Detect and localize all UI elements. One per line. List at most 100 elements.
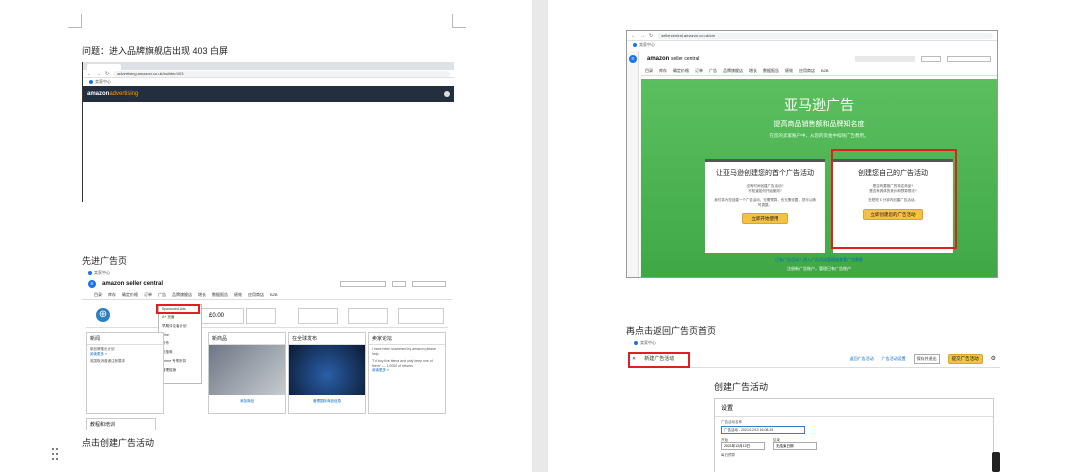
page-title: 创建广告活动 [714,382,769,392]
nav-item[interactable]: 数据报告 [212,292,228,298]
card-title: 卖家论坛 [369,333,445,345]
read-more-link[interactable]: 阅读更多 » [90,352,160,357]
bookmark-label[interactable]: 卖家中心 [640,340,656,346]
menu-item[interactable]: 管理促销 [159,366,201,375]
address-bar[interactable]: advertising.amazon.co.uk/builder/403 [113,70,450,77]
nav-item[interactable]: 订单 [144,292,152,298]
add-product-link[interactable]: 添加商品 [209,395,285,404]
metric-box: £0.00 [196,308,244,324]
nav-item[interactable]: 确定价格 [122,292,138,298]
nav-item[interactable]: 目录 [645,68,653,74]
card-title: 在全球发布 [289,333,365,345]
settings-panel: 设置 广告活动名称 广告活动 - 2021/12/13 16:08:33 开始 … [714,398,994,472]
back-icon[interactable]: ← [631,33,636,39]
nav-item[interactable]: 增长 [749,68,757,74]
language-select[interactable] [392,281,406,287]
browser-urlbar: ← → ↻ advertising.amazon.co.uk/builder/4… [83,70,454,78]
nav-item[interactable]: 目录 [94,292,102,298]
card-title: 让亚马逊创建您的首个广告活动 [716,170,814,177]
caption-create-campaign: 点击创建广告活动 [82,438,155,448]
nav-item[interactable]: 品牌旗舰店 [172,292,192,298]
nav-item[interactable]: 应用商店 [799,68,815,74]
forum-post[interactable]: I have been scammed by amazon please hel… [372,347,442,356]
scrollbar-thumb[interactable] [992,452,1000,472]
address-bar[interactable]: sellercentral.amazon.co.uk/cm [657,32,993,39]
marketplace-select[interactable] [855,56,915,62]
card-body: 我们将为您创建一个广告活动，无需预算，也无需设置，您可以随时调整。 [714,198,816,207]
campaign-settings-link[interactable]: 广告活动设置 [882,356,906,362]
reload-icon[interactable]: ↻ [649,33,653,39]
metric-box [348,308,388,324]
nav-item[interactable]: 库存 [659,68,667,74]
document-page-right: ← → ↻ sellercentral.amazon.co.uk/cm 卖家中心… [548,0,1080,472]
bookmark-icon [89,80,93,84]
get-started-button[interactable]: 立即开始使用 [742,213,788,224]
global-card: 在全球发布 管理国际商品信息 [288,332,366,414]
language-select[interactable] [921,56,941,62]
drag-handle-icon[interactable] [52,448,60,462]
menu-item[interactable]: 优惠券 [159,348,201,357]
forum-card: 卖家论坛 I have been scammed by amazon pleas… [368,332,446,414]
register-account-link[interactable]: 注册新广告账户，管理已有广告账户 [641,266,997,272]
forward-icon[interactable]: → [96,71,101,77]
nav-item[interactable]: B2B [821,68,829,74]
main-nav: 目录 库存 确定价格 订单 广告 品牌旗舰店 增长 数据报告 绩效 应用商店 B… [82,291,452,300]
bookmark-bar: 卖家中心 [83,78,454,86]
globe-icon[interactable]: ⊕ [96,308,110,322]
menu-item[interactable]: Prime 专享折扣 [159,357,201,366]
start-date-input[interactable]: 2021年12月13日 [721,442,765,450]
menu-item[interactable]: 秒杀 [159,339,201,348]
search-input[interactable] [412,281,446,287]
end-date-input[interactable]: 无结束日期 [773,442,817,450]
marketplace-select[interactable] [340,281,386,287]
menu-item[interactable]: A+ 页面 [159,313,201,322]
metric-box [246,308,276,324]
reload-icon[interactable]: ↻ [105,71,109,77]
nav-item-ads[interactable]: 广告 [709,68,717,74]
nav-item[interactable]: B2B [270,292,278,298]
left-side-rail: ≡ [627,51,639,277]
landing-footer: 已有广告活动？进入广告活动管理器查看广告数据 注册新广告账户，管理已有广告账户 [641,257,997,272]
nav-item[interactable]: 订单 [695,68,703,74]
search-input[interactable] [947,56,991,62]
news-item[interactable]: 英国取消普通注册要求 [90,359,160,364]
caption-issue: 问题：进入品牌旗舰店出现 403 白屏 [82,46,229,56]
save-exit-button[interactable]: 保存并退出 [913,353,940,364]
bookmark-icon [634,341,638,345]
read-more-link[interactable]: 阅读更多 » [372,368,442,373]
nav-item[interactable]: 增长 [198,292,206,298]
forum-post[interactable]: "I'd buy five items and only keep one of… [372,359,442,368]
training-card: 教程和培训 [86,418,156,430]
menu-item[interactable]: Vine [159,331,201,339]
nav-item[interactable]: 确定价格 [673,68,689,74]
back-to-campaigns-link[interactable]: 返回广告活动 [850,356,874,362]
nav-item[interactable]: 数据报告 [763,68,779,74]
submit-campaign-button[interactable]: 提交广告活动 [947,353,983,364]
metrics-row: ⊕ £0.00 [86,306,448,328]
menu-icon[interactable]: ≡ [629,55,637,63]
bookmark-label[interactable]: 卖家中心 [639,42,655,48]
metric-box [298,308,338,324]
nav-item-ads[interactable]: 广告 [158,292,166,298]
nav-item[interactable]: 库存 [108,292,116,298]
forward-icon[interactable]: → [640,33,645,39]
manage-global-link[interactable]: 管理国际商品信息 [289,395,365,404]
help-icon[interactable]: ⚙ [991,355,996,362]
global-map-image [289,345,365,395]
nav-item[interactable]: 应用商店 [248,292,264,298]
seller-central-header: amazon seller central [641,53,997,65]
settings-icon[interactable] [444,91,450,97]
nav-item[interactable]: 绩效 [785,68,793,74]
campaign-name-input[interactable]: 广告活动 - 2021/12/13 16:08:33 [721,425,805,434]
menu-icon[interactable]: ≡ [88,280,96,288]
nav-item[interactable]: 绩效 [234,292,242,298]
bookmark-bar: 卖家中心 [627,41,997,49]
back-icon[interactable]: ← [87,71,92,77]
bookmark-label[interactable]: 卖家中心 [95,79,111,85]
seller-central-logo: amazon seller central [102,281,164,287]
nav-item[interactable]: 品牌旗舰店 [723,68,743,74]
bookmark-label[interactable]: 卖家中心 [94,270,110,276]
menu-item[interactable]: 早期评论者计划 [159,322,201,331]
hero-title: 亚马逊广告 [784,97,854,113]
campaign-manager-link[interactable]: 已有广告活动？进入广告活动管理器查看广告数据 [641,257,997,263]
